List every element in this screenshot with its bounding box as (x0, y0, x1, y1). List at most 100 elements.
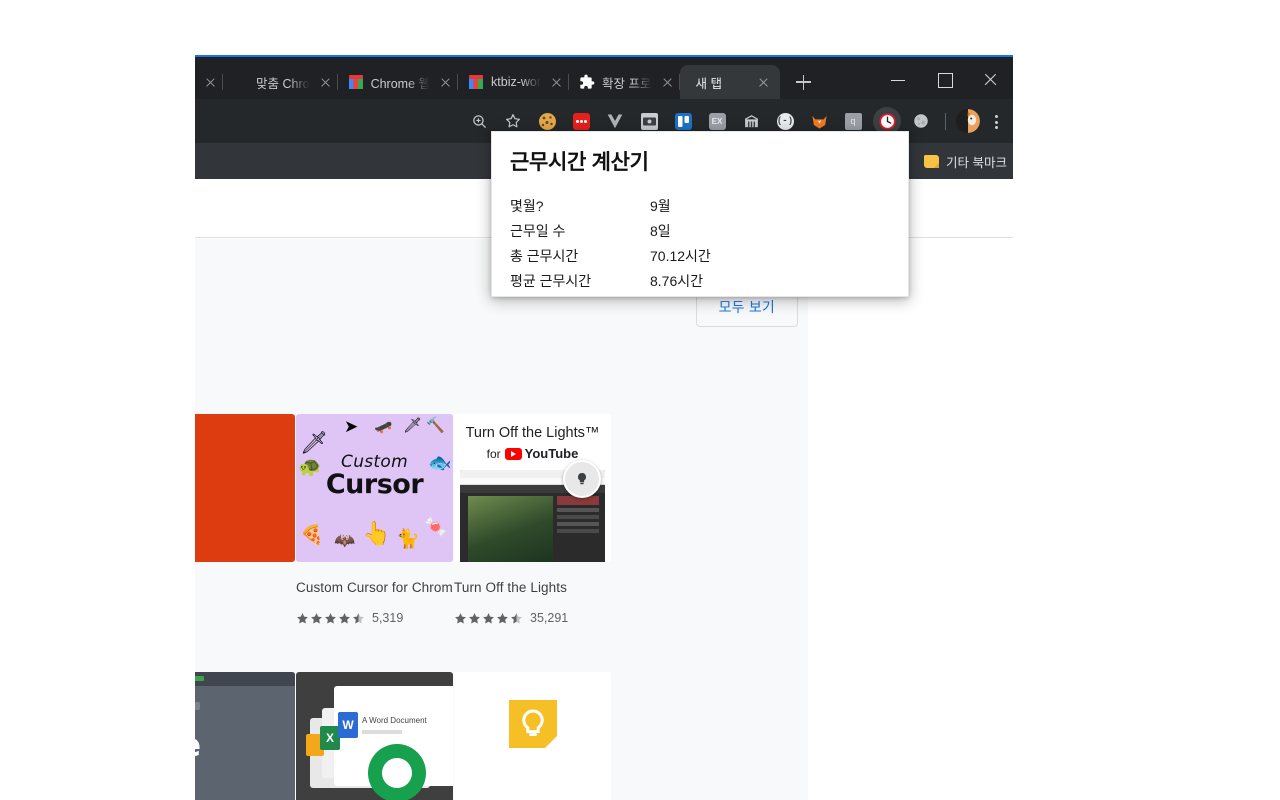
mouse-pointer-icon: ➤ (344, 418, 358, 435)
star-icon (496, 612, 509, 625)
puzzle-icon (579, 74, 595, 90)
moon-extension-icon[interactable] (907, 107, 935, 135)
star-icon (468, 612, 481, 625)
popup-row-month: 몇월? 9월 (510, 194, 890, 219)
thumb-subtitle: for YouTube (454, 446, 611, 461)
extension-card[interactable]: X W A Word Document (296, 672, 453, 800)
popup-value: 8.76시간 (650, 269, 890, 294)
tab-extensions[interactable]: 확장 프로 (569, 65, 679, 99)
tab-close-icon[interactable] (659, 74, 676, 91)
maximize-button[interactable] (921, 59, 967, 101)
tab-title: 새 탭 (696, 73, 722, 92)
other-bookmarks-label: 기타 북마크 (946, 152, 1007, 171)
popup-label: 평균 근무시간 (510, 269, 650, 294)
card-thumbnail: ce (195, 414, 295, 562)
screen: 맞춤 Chro Chrome 웹 ktbiz-wor 확장 프로 (0, 0, 1280, 800)
card-thumbnail: X W A Word Document (296, 672, 453, 800)
google-keep-thumb (454, 672, 611, 800)
tab-close-icon[interactable] (317, 74, 334, 91)
thumb-text: site (195, 726, 201, 764)
tab-ktbiz-work[interactable]: ktbiz-wor (458, 65, 569, 99)
store-page-body: 모두 보기 ce (195, 239, 808, 800)
folder-icon (924, 155, 939, 168)
window-controls (875, 59, 1013, 101)
card-thumbnail: 🗡 ➤ 🛹 🗡 🔨 🐢 🐟 🍕 🦇 👆 (296, 414, 453, 562)
close-button[interactable] (967, 59, 1013, 101)
card-thumbnail (454, 672, 611, 800)
tab-partial-left[interactable] (195, 65, 223, 99)
chrome-web-store-icon (468, 74, 484, 90)
tab-close-icon[interactable] (437, 74, 454, 91)
star-icon (482, 612, 495, 625)
popup-value: 70.12시간 (650, 244, 890, 269)
candy-cane-icon: 🍬 (424, 518, 448, 537)
profile-avatar[interactable] (956, 109, 980, 133)
popup-row-total-hours: 총 근무시간 70.12시간 (510, 244, 890, 269)
extension-card[interactable]: site (195, 672, 295, 800)
skateboard-icon: 🛹 (374, 420, 393, 435)
star-half-icon (510, 612, 523, 625)
star-half-icon (352, 612, 365, 625)
card-row: ce 🗡 ➤ 🛹 🗡 🔨 (195, 414, 808, 672)
tab-title: 확장 프로 (602, 73, 651, 92)
popup-label: 근무일 수 (510, 219, 650, 244)
star-icon (454, 612, 467, 625)
tab-close-icon[interactable] (548, 74, 565, 91)
new-tab-button[interactable] (789, 68, 817, 96)
extension-card-grid: ce 🗡 ➤ 🛹 🗡 🔨 (195, 414, 808, 800)
chrome-web-store-icon (348, 74, 364, 90)
rating-count: 35,291 (530, 611, 568, 625)
thumb-text: A Word Document (362, 716, 427, 725)
card-thumbnail: Turn Off the Lights™ for YouTube (454, 414, 611, 562)
minimize-button[interactable] (875, 59, 921, 101)
star-icon (310, 612, 323, 625)
tab-custom-chrome[interactable]: 맞춤 Chro (223, 65, 338, 99)
card-title: Turn Off the Lights (454, 580, 611, 595)
popup-value: 8일 (650, 219, 890, 244)
tab-new-tab[interactable]: 새 탭 (680, 65, 780, 99)
office-editing-thumb: X W A Word Document (296, 672, 453, 800)
chrome-menu-icon[interactable] (985, 107, 1007, 135)
popup-value: 9월 (650, 194, 890, 219)
sword-icon: 🗡 (300, 432, 328, 454)
popup-label: 몇월? (510, 194, 650, 219)
extension-card-custom-cursor[interactable]: 🗡 ➤ 🛹 🗡 🔨 🐢 🐟 🍕 🦇 👆 (296, 414, 453, 625)
tab-close-icon[interactable] (202, 74, 219, 91)
card-title: Custom Cursor for Chrome™ - ... (296, 580, 453, 595)
lightbulb-icon (563, 460, 601, 498)
orange-ce-thumb: ce (195, 414, 295, 562)
pointing-hand-icon: 👆 (362, 522, 391, 545)
custom-cursor-thumb: 🗡 ➤ 🛹 🗡 🔨 🐢 🐟 🍕 🦇 👆 (296, 414, 453, 562)
extension-card-turn-off-the-lights[interactable]: Turn Off the Lights™ for YouTube (454, 414, 611, 625)
cat-icon: 🐈 (396, 530, 420, 549)
star-icon (324, 612, 337, 625)
card-thumbnail: site (195, 672, 295, 800)
star-icon (338, 612, 351, 625)
tab-title: Chrome 웹 (371, 73, 430, 92)
website-thumb: site (195, 672, 295, 800)
keep-lightbulb-icon (509, 700, 557, 748)
tab-title: 맞춤 Chro (256, 73, 310, 92)
extension-card[interactable]: ce (195, 414, 295, 562)
card-rating: 35,291 (454, 611, 611, 625)
tab-strip: 맞춤 Chro Chrome 웹 ktbiz-wor 확장 프로 (195, 57, 1013, 99)
youtube-icon: YouTube (505, 446, 579, 461)
tab-title: ktbiz-wor (491, 75, 541, 89)
tab-close-icon[interactable] (755, 74, 772, 91)
work-hours-calculator-popup: 근무시간 계산기 몇월? 9월 근무일 수 8일 총 근무시간 70.12시간 … (491, 131, 909, 297)
popup-row-average-hours: 평균 근무시간 8.76시간 (510, 269, 890, 294)
google-icon (233, 74, 249, 90)
zoom-icon[interactable] (465, 107, 493, 135)
turn-off-the-lights-thumb: Turn Off the Lights™ for YouTube (454, 414, 611, 562)
lightsaber-icon: 🗡 (403, 418, 422, 433)
thumb-title: Turn Off the Lights™ (454, 425, 611, 441)
popup-title: 근무시간 계산기 (510, 146, 890, 176)
pizza-icon: 🍕 (300, 526, 324, 545)
toolbar-divider (945, 113, 946, 130)
other-bookmarks-button[interactable]: 기타 북마크 (918, 149, 1013, 174)
tab-chrome-web-store[interactable]: Chrome 웹 (338, 65, 458, 99)
star-icon (296, 612, 309, 625)
extension-card[interactable] (454, 672, 611, 800)
card-rating: 5,319 (296, 611, 453, 625)
card-row: site X (195, 672, 808, 800)
